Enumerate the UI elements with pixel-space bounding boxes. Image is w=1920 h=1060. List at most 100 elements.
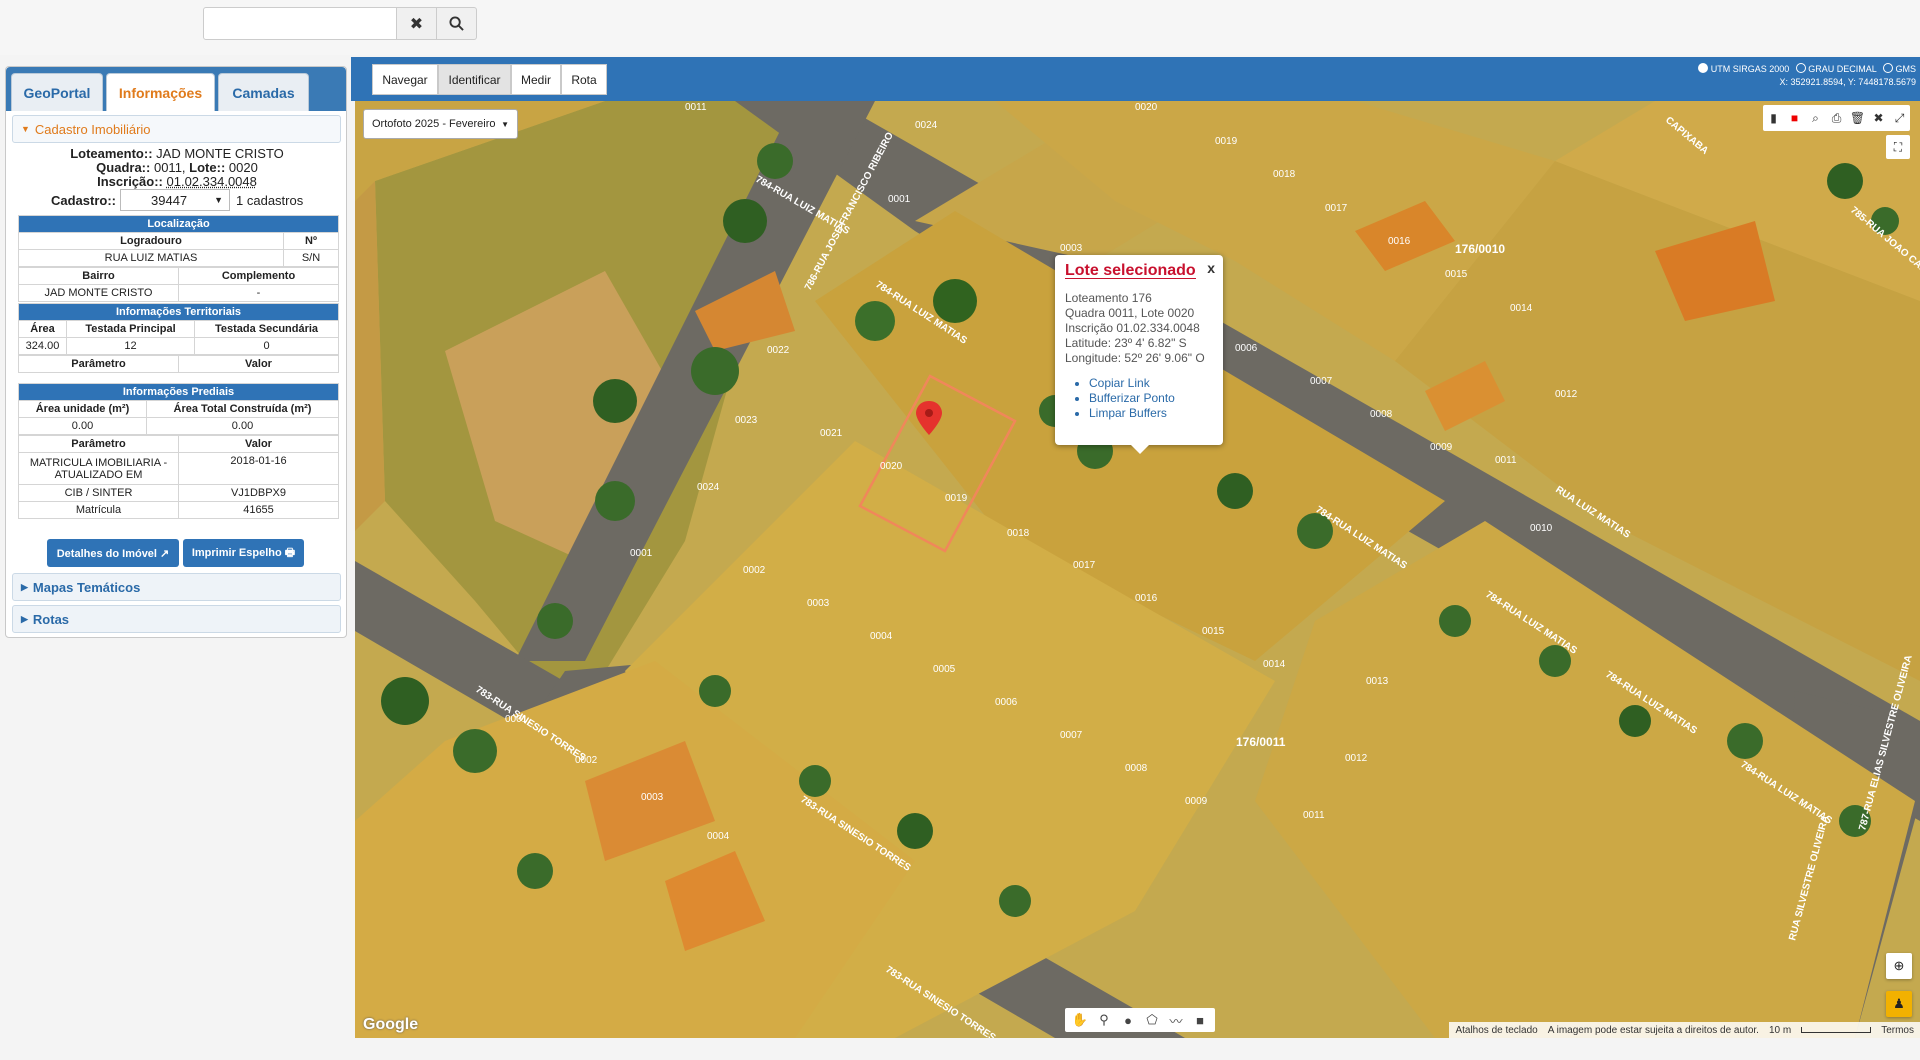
popup-tail	[1131, 445, 1149, 454]
medir-button[interactable]: Medir	[511, 64, 561, 95]
loteamento-value: JAD MONTE CRISTO	[156, 146, 284, 161]
draw-tools-bar: ✋ ⚲ ● ⬠ 〰 ■	[1065, 1008, 1215, 1032]
lot-label: 0013	[1366, 676, 1389, 687]
google-logo: Google	[363, 1016, 419, 1033]
fullscreen-button[interactable]: ⛶	[1886, 135, 1910, 159]
lot-label: 0024	[697, 482, 720, 493]
polyline-icon[interactable]: 〰	[1164, 1011, 1188, 1030]
circle-icon[interactable]: ●	[1116, 1013, 1140, 1028]
param-value: 41655	[178, 501, 339, 519]
radio-gms[interactable]	[1882, 63, 1893, 73]
polygon-icon[interactable]: ⬠	[1140, 1012, 1164, 1028]
terms-link[interactable]: Termos	[1881, 1025, 1914, 1036]
copiar-link[interactable]: Copiar Link	[1089, 376, 1213, 391]
identificar-button[interactable]: Identificar	[438, 64, 511, 95]
rotas-header[interactable]: ▶ Rotas	[12, 605, 341, 633]
zoom-search-icon[interactable]: ⌕	[1805, 111, 1826, 126]
map-tools-bar: ▮ ■ ⌕ ⎙ 🗑 ✖ ⤢	[1763, 105, 1910, 131]
map-attribution: Atalhos de teclado A imagem pode estar s…	[1449, 1022, 1920, 1038]
block-label: 176/0011	[1236, 735, 1286, 749]
caret-right-icon: ▶	[21, 613, 28, 624]
lot-label: 0017	[1073, 560, 1096, 571]
lot-label: 0012	[1555, 389, 1578, 400]
lot-label: 0016	[1388, 236, 1411, 247]
lot-label: 0002	[575, 755, 598, 766]
localizacao-title: Localização	[18, 215, 339, 233]
lot-label: 0018	[1007, 528, 1030, 539]
lot-label: 0014	[1263, 659, 1286, 670]
territoriais-param-table: Parâmetro Valor	[18, 355, 339, 373]
bufferizar-ponto-link[interactable]: Bufferizar Ponto	[1089, 391, 1213, 406]
lot-label: 0012	[1345, 753, 1368, 764]
inscricao-line: Inscrição:: 01.02.334.0048	[16, 175, 338, 189]
col-parametro: Parâmetro	[18, 355, 179, 373]
map-canvas[interactable]: 176/0010 176/0011 784-RUA LUIZ MATIAS 78…	[355, 101, 1920, 1038]
lot-label: 0022	[767, 345, 790, 356]
utm-label: UTM SIRGAS 2000	[1710, 64, 1790, 74]
cadastro-select[interactable]: 39447 ▼	[120, 189, 231, 211]
tab-geoportal[interactable]: GeoPortal	[11, 73, 103, 111]
tab-informacoes[interactable]: Informações	[106, 73, 215, 111]
expand-icon[interactable]: ⤢	[1889, 111, 1910, 126]
signal-icon[interactable]: ▮	[1763, 111, 1784, 125]
lot-label: 0016	[1135, 593, 1158, 604]
popup-close-button[interactable]: x	[1207, 261, 1215, 276]
lot-label: 0011	[1495, 455, 1517, 466]
pegman-button[interactable]: ♟	[1886, 991, 1912, 1017]
imprimir-espelho-button[interactable]: Imprimir Espelho 🖶	[183, 539, 304, 567]
search-input[interactable]	[203, 7, 397, 40]
cadastros-count: 1 cadastros	[236, 192, 304, 208]
hand-icon[interactable]: ✋	[1068, 1012, 1092, 1028]
clear-search-button[interactable]: ✖	[397, 7, 437, 40]
lot-label: 0019	[945, 493, 968, 504]
param-name: MATRICULA IMOBILIARIA - ATUALIZADO EM	[18, 452, 179, 485]
lot-label: 0009	[1430, 442, 1453, 453]
col-logradouro: Logradouro	[18, 232, 284, 250]
radio-utm[interactable]	[1698, 63, 1709, 73]
keyboard-shortcuts-link[interactable]: Atalhos de teclado	[1455, 1025, 1537, 1036]
prediais-param-table: Parâmetro Valor MATRICULA IMOBILIARIA - …	[18, 435, 339, 519]
lote-value: 0020	[228, 160, 258, 175]
panel-tabs: GeoPortal Informações Camadas	[6, 67, 346, 111]
lot-label: 0008	[1125, 763, 1148, 774]
scale-label: 10 m	[1768, 1024, 1792, 1036]
lote-label: Lote::	[189, 160, 226, 175]
coordinate-readout: X: 352921.8594, Y: 7448178.5679	[1779, 77, 1916, 87]
compass-icon: ⊕	[1893, 958, 1905, 973]
print-icon[interactable]: ⎙	[1826, 111, 1847, 126]
fullscreen-icon: ⛶	[1893, 139, 1903, 154]
lot-label: 0001	[630, 548, 653, 559]
lot-label: 0003	[641, 792, 664, 803]
rota-button[interactable]: Rota	[561, 64, 607, 95]
detalhes-imovel-button[interactable]: Detalhes do Imóvel ↗	[47, 539, 179, 567]
trash-icon[interactable]: 🗑	[1847, 111, 1868, 125]
tab-camadas[interactable]: Camadas	[218, 73, 309, 111]
cell-area: 324.00	[18, 337, 67, 355]
limpar-buffers-link[interactable]: Limpar Buffers	[1089, 406, 1213, 421]
lot-label: 0019	[1215, 136, 1238, 147]
lot-label: 0004	[870, 631, 893, 642]
col-testada-principal: Testada Principal	[66, 320, 195, 338]
close-icon[interactable]: ✖	[1868, 111, 1889, 125]
color-picker-icon[interactable]: ■	[1784, 111, 1805, 125]
pin-icon[interactable]: ⚲	[1092, 1012, 1116, 1028]
cadastro-accordion-header[interactable]: ▼ Cadastro Imobiliário	[12, 115, 341, 143]
col-area-unidade: Área unidade (m²)	[18, 400, 147, 418]
basemap-selected: Ortofoto 2025 - Fevereiro	[372, 118, 496, 130]
caret-down-icon: ▼	[21, 124, 30, 134]
lot-label: 0003	[807, 598, 830, 609]
inscricao-value: 01.02.334.0048	[166, 174, 257, 189]
basemap-select[interactable]: Ortofoto 2025 - Fevereiro ▼	[363, 109, 518, 139]
rectangle-icon[interactable]: ■	[1188, 1013, 1212, 1028]
chevron-down-icon: ▼	[214, 195, 224, 205]
prediais-title: Informações Prediais	[18, 383, 339, 401]
mapas-tematicos-header[interactable]: ▶ Mapas Temáticos	[12, 573, 341, 601]
cell-complemento: -	[178, 284, 339, 302]
lot-label: 0014	[1510, 303, 1533, 314]
search-button[interactable]	[437, 7, 477, 40]
popup-line: Longitude: 52º 26' 9.06" O	[1065, 351, 1205, 365]
radio-grau-decimal[interactable]	[1795, 63, 1806, 73]
navegar-button[interactable]: Navegar	[372, 64, 438, 95]
map-rotate-button[interactable]: ⊕	[1886, 953, 1912, 979]
grau-decimal-label: GRAU DECIMAL	[1808, 64, 1877, 74]
